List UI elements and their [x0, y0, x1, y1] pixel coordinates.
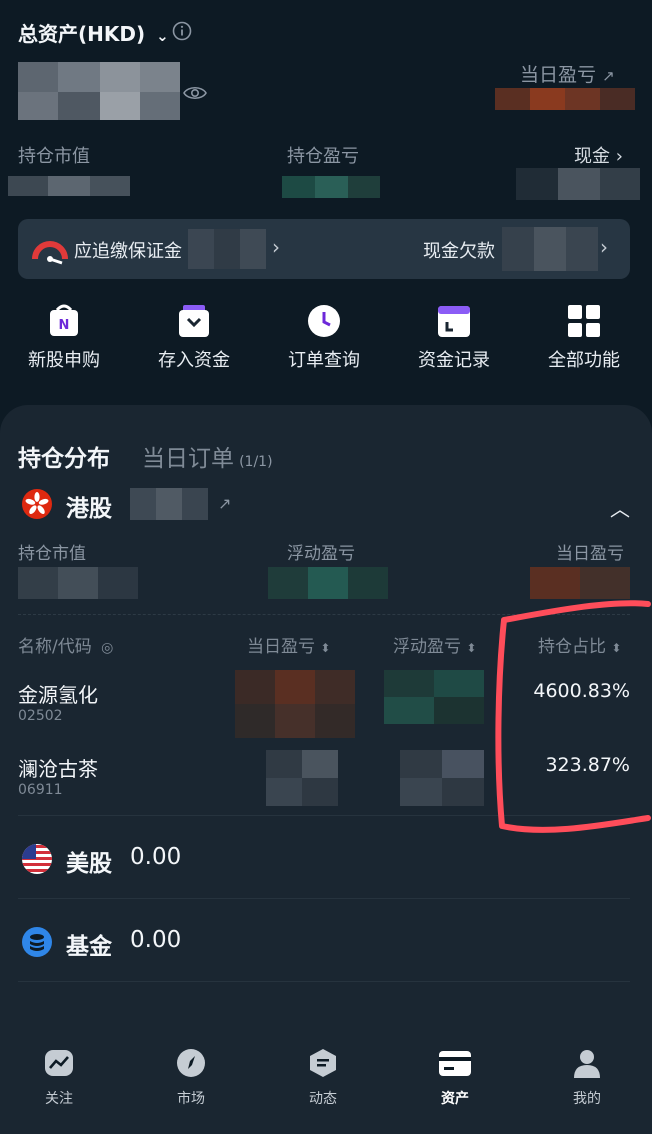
us-section-value: 0.00 — [130, 844, 182, 870]
sort-icon: ⬍ — [320, 641, 331, 655]
chevron-down-icon[interactable]: ⌄ — [156, 27, 169, 45]
chevron-right-icon: › — [600, 235, 608, 259]
margin-alert-bar[interactable]: 应追缴保证金 › 现金欠款 › — [18, 219, 630, 279]
position-value-label: 持仓市值 — [18, 146, 90, 167]
position-pnl-masked — [282, 176, 380, 198]
shortcut-label: 全部功能 — [548, 350, 620, 371]
stock-code: 02502 — [18, 708, 63, 724]
shortcut-all-functions[interactable]: 全部功能 — [524, 304, 644, 372]
row-divider — [18, 898, 630, 899]
cash-debt-amount-masked — [502, 227, 598, 271]
shortcut-deposit[interactable]: 存入资金 — [134, 304, 254, 372]
shortcut-label: 资金记录 — [418, 350, 490, 371]
tab-orders[interactable]: 当日订单 (1/1) — [142, 439, 273, 473]
stock-name: 澜沧古茶 — [18, 757, 98, 781]
nav-market[interactable]: 市场 — [146, 1048, 236, 1108]
hk-section-title[interactable]: 港股 — [66, 489, 112, 523]
stock-code: 06911 — [18, 782, 63, 798]
sort-icon: ⬍ — [466, 641, 477, 655]
cash-link[interactable]: 现金 › — [574, 142, 623, 168]
grid-icon — [567, 304, 601, 338]
daily-pnl-label[interactable]: 当日盈亏 ↗ — [520, 60, 615, 87]
cash-amount-masked — [516, 168, 640, 200]
position-value-masked — [8, 176, 130, 196]
clock-icon — [307, 304, 341, 338]
chart-icon — [44, 1048, 74, 1078]
shortcut-label: 存入资金 — [158, 350, 230, 371]
hk-floating-pnl-label: 浮动盈亏 — [287, 544, 355, 564]
chevron-right-icon: › — [615, 146, 623, 167]
shortcut-ipo[interactable]: N 新股申购 — [4, 304, 124, 372]
nav-profile[interactable]: 我的 — [542, 1048, 632, 1108]
total-assets-label: 总资产(HKD) — [18, 22, 146, 46]
chevron-up-icon[interactable]: ︿ — [610, 493, 630, 522]
hk-floating-pnl-masked — [268, 567, 388, 599]
fund-section-value: 0.00 — [130, 927, 182, 953]
shortcut-orders[interactable]: 订单查询 — [264, 304, 384, 372]
col-floating-pnl-header[interactable]: 浮动盈亏 ⬍ — [393, 632, 476, 657]
user-icon — [572, 1048, 602, 1078]
external-link-icon[interactable]: ↗ — [218, 494, 231, 513]
daily-pnl-amount-masked — [495, 88, 635, 110]
us-flag-icon — [21, 843, 53, 879]
calendar-icon — [437, 304, 471, 338]
red-annotation-outline — [495, 600, 651, 833]
hk-daily-pnl-masked — [530, 567, 630, 599]
col-name-header[interactable]: 名称/代码 ◎ — [18, 632, 113, 657]
position-pnl-label: 持仓盈亏 — [287, 146, 359, 167]
hk-position-value-masked — [18, 567, 138, 599]
nav-label: 关注 — [45, 1091, 73, 1107]
cash-debt-label: 现金欠款 — [423, 241, 495, 262]
total-assets-title[interactable]: 总资产(HKD) ⌄ — [18, 18, 169, 47]
svg-text:N: N — [59, 318, 70, 333]
shortcut-label: 订单查询 — [288, 350, 360, 371]
row-daily-pnl-masked — [266, 750, 338, 806]
settings-icon[interactable]: ◎ — [101, 640, 113, 656]
nav-feed[interactable]: 动态 — [278, 1048, 368, 1108]
tab-holdings[interactable]: 持仓分布 — [18, 439, 110, 473]
hk-total-masked — [130, 488, 208, 520]
gauge-icon — [32, 233, 68, 269]
external-link-icon: ↗ — [602, 67, 615, 85]
feed-icon — [308, 1048, 338, 1078]
row-daily-pnl-masked — [235, 670, 355, 738]
nav-label: 我的 — [573, 1091, 601, 1107]
fund-section-title[interactable]: 基金 — [66, 927, 112, 961]
margin-call-label: 应追缴保证金 — [74, 241, 182, 262]
shortcut-label: 新股申购 — [28, 350, 100, 371]
us-section-title[interactable]: 美股 — [66, 844, 112, 878]
hk-daily-pnl-label: 当日盈亏 — [556, 544, 624, 564]
total-assets-amount-masked — [18, 62, 180, 120]
info-icon[interactable] — [172, 21, 192, 45]
nav-label: 资产 — [441, 1091, 469, 1107]
nav-label: 市场 — [177, 1091, 205, 1107]
stock-name: 金源氢化 — [18, 683, 98, 707]
row-divider — [18, 981, 630, 982]
ipo-icon: N — [47, 304, 81, 338]
nav-assets[interactable]: 资产 — [410, 1048, 500, 1108]
chevron-right-icon: › — [272, 235, 280, 259]
shortcut-fund-records[interactable]: 资金记录 — [394, 304, 514, 372]
nav-watchlist[interactable]: 关注 — [14, 1048, 104, 1108]
hk-position-value-label: 持仓市值 — [18, 544, 86, 564]
col-daily-pnl-header[interactable]: 当日盈亏 ⬍ — [247, 632, 330, 657]
fund-icon — [21, 926, 53, 962]
wallet-icon — [438, 1048, 472, 1078]
margin-call-amount-masked — [188, 229, 266, 269]
compass-icon — [176, 1048, 206, 1078]
eye-icon[interactable] — [183, 84, 207, 106]
deposit-icon — [177, 304, 211, 338]
nav-label: 动态 — [309, 1091, 337, 1107]
hk-flag-icon — [21, 488, 53, 524]
